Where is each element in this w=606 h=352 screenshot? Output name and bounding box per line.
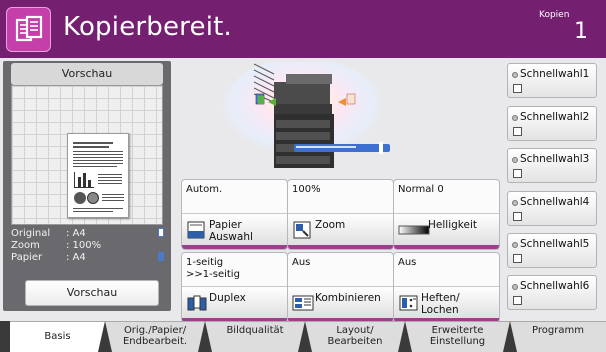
tab-divider [503,321,517,352]
tab-image-quality[interactable]: Bildqualität [205,321,305,352]
quick-select-2-button[interactable]: Schnellwahl2 [507,106,597,141]
quick-select-4-button[interactable]: Schnellwahl4 [507,191,597,226]
tab-original-paper[interactable]: Orig./Papier/ Endbearbeit. [105,321,205,352]
tab-layout-edit[interactable]: Layout/ Bearbeiten [305,321,405,352]
density-button[interactable]: Normal 0 Helligkeit [393,179,500,250]
shortcut-icon [513,212,522,221]
tab-divider [98,321,112,352]
header-bar: Kopierbereit. Kopien 1 [0,0,606,58]
shortcut-icon [513,169,522,178]
combine-label: Kombinieren [315,292,381,304]
shortcut-icon [513,127,522,136]
duplex-icon [186,293,208,313]
printer-illustration [196,58,396,178]
preview-title: Vorschau [11,63,163,85]
shortcut-icon [513,254,522,263]
staple-punch-label: Heften/ Lochen [421,292,460,316]
tab-bar-edge [0,321,10,352]
indicator-dot-icon [512,242,518,248]
preview-button[interactable]: Vorschau [25,280,159,306]
indicator-dot-icon [512,284,518,290]
preview-page-thumbnail [67,133,129,218]
zoom-icon [292,220,314,240]
quick-select-5-button[interactable]: Schnellwahl5 [507,233,597,268]
portrait-page-icon [158,228,164,237]
staple-punch-button[interactable]: Aus Heften/ Lochen [393,252,500,323]
tab-divider [198,321,212,352]
tab-basis[interactable]: Basis [10,321,105,352]
quick-select-1-button[interactable]: Schnellwahl1 [507,63,597,98]
paper-tray-icon [158,252,164,261]
zoom-button[interactable]: 100% Zoom [287,179,394,250]
copy-document-icon [6,7,51,52]
copies-label: Kopien [539,10,570,20]
indicator-dot-icon [512,157,518,163]
indicator-dot-icon [512,115,518,121]
preview-area [11,85,163,225]
density-icon [398,220,430,240]
tab-advanced-settings[interactable]: Erweiterte Einstellung [405,321,510,352]
staple-punch-icon [398,293,420,313]
info-original: Original: A4 [11,228,167,240]
paper-selection-button[interactable]: Autom. Papier Auswahl [181,179,288,250]
indicator-dot-icon [512,200,518,206]
info-paper: Papier: A4 [11,252,167,264]
copies-count[interactable]: 1 [574,19,588,44]
shortcut-icon [513,84,522,93]
duplex-button[interactable]: 1-seitig >>1-seitig Duplex [181,252,288,323]
paper-tray-icon [186,220,208,240]
duplex-label: Duplex [209,292,246,304]
tab-divider [298,321,312,352]
tab-bar: Basis Orig./Papier/ Endbearbeit. Bildqua… [0,321,606,352]
indicator-dot-icon [512,72,518,78]
quick-select-3-button[interactable]: Schnellwahl3 [507,148,597,183]
combine-button[interactable]: Aus Kombinieren [287,252,394,323]
info-zoom: Zoom: 100% [11,240,102,251]
density-label: Helligkeit [428,219,477,231]
status-title: Kopierbereit. [63,12,232,42]
combine-icon [292,293,314,313]
zoom-label: Zoom [315,219,346,231]
quick-select-6-button[interactable]: Schnellwahl6 [507,275,597,310]
tab-divider [398,321,412,352]
tab-program[interactable]: Programm [510,321,606,352]
paper-selection-label: Papier Auswahl [209,219,253,243]
preview-panel: Vorschau Original: A4 Zoom: 100% Papie… [3,61,171,311]
shortcut-icon [513,296,522,305]
